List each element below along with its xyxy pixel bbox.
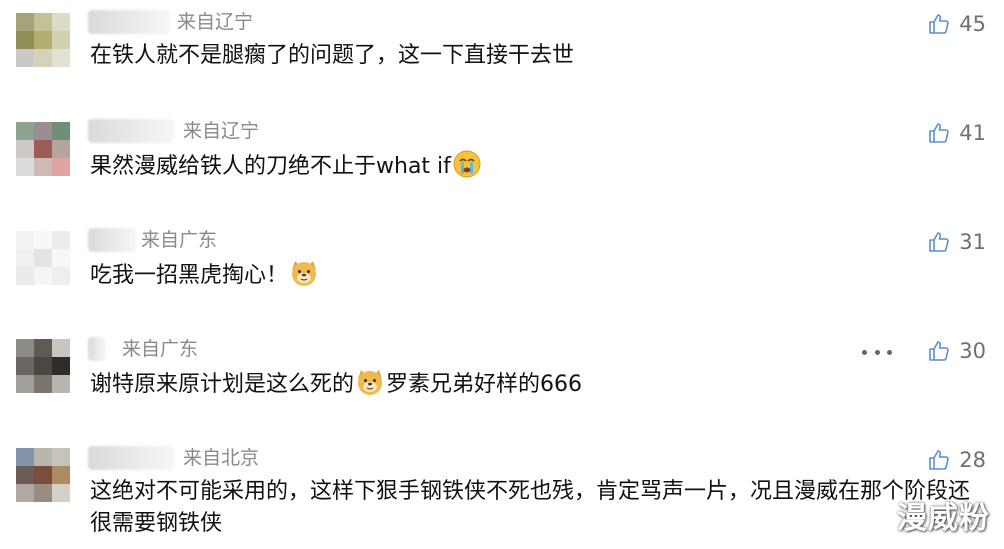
avatar-pixel [52,375,70,393]
thumbs-up-icon [929,341,950,361]
username-blurred[interactable] [88,10,170,34]
comment-location: 来自广东 [122,338,199,360]
avatar-pixel [16,158,34,176]
thumbs-up-icon [929,123,950,143]
avatar-pixel [52,13,70,31]
avatar-pixel [52,448,70,466]
avatar-pixel [16,249,34,267]
like-count: 45 [959,12,986,36]
avatar-pixel [16,31,34,49]
like-button[interactable]: 30 [927,337,986,365]
avatar-pixel [52,339,70,357]
avatar-pixel [52,249,70,267]
avatar-pixel [34,448,52,466]
avatar-pixel [52,158,70,176]
avatar[interactable] [16,231,70,285]
comment-location: 来自广东 [141,229,218,251]
avatar-pixel [52,484,70,502]
comment-location: 来自北京 [183,447,260,469]
avatar-pixel [34,249,52,267]
avatar[interactable] [16,448,70,502]
avatar-pixel [16,49,34,67]
like-count: 41 [959,121,986,145]
avatar-pixel [16,448,34,466]
avatar-pixel [16,140,34,158]
username-blurred[interactable] [88,446,174,470]
avatar[interactable] [16,122,70,176]
avatar-pixel [34,466,52,484]
avatar-pixel [52,31,70,49]
more-options-button[interactable] [862,345,892,359]
avatar-pixel [34,140,52,158]
avatar-pixel [34,484,52,502]
avatar-pixel [52,49,70,67]
comment-text: 在铁人就不是腿瘸了的问题了，这一下直接干去世 [90,43,575,68]
thumbs-up-icon [929,450,950,470]
like-button[interactable]: 31 [927,228,986,256]
comment-text-before: 谢特原来原计划是这么死的 [90,372,355,397]
avatar-pixel [34,31,52,49]
like-button[interactable]: 28 [927,446,986,474]
comment-text-before: 果然漫威给铁人的刀绝不止于what if [90,154,451,179]
username-blurred[interactable] [88,119,174,143]
avatar-pixel [16,122,34,140]
avatar-pixel [34,231,52,249]
avatar-pixel [52,231,70,249]
doge-emoji [292,261,317,286]
avatar-pixel [52,357,70,375]
watermark: 漫威粉 [897,501,990,536]
avatar-pixel [16,231,34,249]
avatar-pixel [16,13,34,31]
avatar-pixel [16,267,34,285]
crying-face-emoji [453,150,481,178]
avatar[interactable] [16,339,70,393]
avatar-pixel [34,158,52,176]
avatar-pixel [16,375,34,393]
avatar-pixel [52,122,70,140]
avatar-pixel [16,357,34,375]
username-blurred[interactable] [88,228,136,252]
avatar-pixel [34,375,52,393]
avatar-pixel [52,466,70,484]
comment-text: 吃我一招黑虎掏心！ [90,258,320,292]
like-button[interactable]: 45 [927,10,986,38]
like-count: 28 [959,448,986,472]
doge-emoji [358,370,383,395]
avatar-pixel [34,357,52,375]
comment-location: 来自辽宁 [183,120,260,142]
thumbs-up-icon [929,14,950,34]
comment-text: 果然漫威给铁人的刀绝不止于what if [90,149,483,183]
avatar-pixel [16,484,34,502]
comment-text-after: 罗素兄弟好样的666 [386,372,583,397]
avatar-pixel [52,140,70,158]
like-button[interactable]: 41 [927,119,986,147]
avatar-pixel [34,13,52,31]
avatar-pixel [16,466,34,484]
username-blurred[interactable] [88,337,106,361]
avatar-pixel [16,339,34,357]
like-count: 30 [959,339,986,363]
avatar-pixel [34,339,52,357]
avatar-pixel [52,267,70,285]
comment-text-before: 吃我一招黑虎掏心！ [90,263,289,288]
avatar-pixel [34,49,52,67]
avatar-pixel [34,267,52,285]
comment-location: 来自辽宁 [177,11,254,33]
avatar[interactable] [16,13,70,67]
comment-text: 谢特原来原计划是这么死的 罗素兄弟好样的666 [90,367,582,401]
like-count: 31 [959,230,986,254]
avatar-pixel [34,122,52,140]
thumbs-up-icon [929,232,950,252]
comment-text: 这绝对不可能采用的，这样下狠手钢铁侠不死也残，肯定骂声一片，况且漫威在那个阶段还… [90,479,971,536]
